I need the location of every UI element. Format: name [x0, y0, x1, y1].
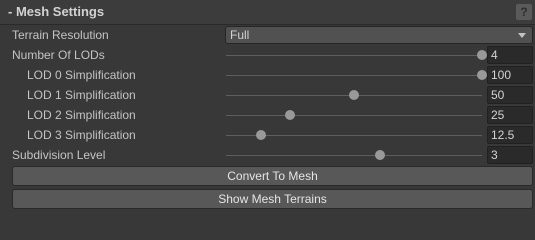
convert-to-mesh-button[interactable]: Convert To Mesh: [12, 166, 533, 186]
lod3-simplification-label: LOD 3 Simplification: [27, 128, 136, 142]
number-of-lods-value: 4: [491, 48, 498, 62]
lod1-simplification-row: LOD 1 Simplification 50: [0, 85, 535, 105]
terrain-resolution-value: Full: [230, 28, 250, 42]
lod1-simplification-value: 50: [491, 88, 505, 102]
lod2-simplification-slider[interactable]: [226, 105, 482, 125]
slider-thumb[interactable]: [255, 130, 266, 140]
terrain-resolution-dropdown[interactable]: Full: [225, 26, 533, 44]
section-title[interactable]: - Mesh Settings: [8, 4, 104, 19]
slider-track: [226, 155, 482, 156]
lod0-simplification-field[interactable]: 100: [487, 66, 533, 84]
slider-track: [226, 115, 482, 116]
chevron-down-icon: [518, 33, 526, 38]
subdivision-level-row: Subdivision Level 3: [0, 145, 535, 165]
subdivision-level-field[interactable]: 3: [487, 146, 533, 164]
lod0-simplification-value: 100: [491, 68, 512, 82]
lod1-simplification-field[interactable]: 50: [487, 86, 533, 104]
section-header[interactable]: - Mesh Settings ?: [0, 0, 535, 25]
terrain-resolution-label: Terrain Resolution: [12, 28, 109, 42]
lod2-simplification-label: LOD 2 Simplification: [27, 108, 136, 122]
lod3-simplification-value: 12.5: [491, 128, 515, 142]
mesh-settings-panel: - Mesh Settings ? Terrain Resolution Ful…: [0, 0, 535, 215]
lod0-simplification-label: LOD 0 Simplification: [27, 68, 136, 82]
lod0-simplification-row: LOD 0 Simplification 100: [0, 65, 535, 85]
subdivision-level-value: 3: [491, 148, 498, 162]
lod1-simplification-label: LOD 1 Simplification: [27, 88, 136, 102]
lod3-simplification-row: LOD 3 Simplification 12.5: [0, 125, 535, 145]
slider-track: [226, 55, 482, 56]
subdivision-level-label: Subdivision Level: [12, 148, 106, 162]
lod0-simplification-slider[interactable]: [226, 65, 487, 85]
show-mesh-terrains-button[interactable]: Show Mesh Terrains: [12, 189, 533, 209]
lod2-simplification-field[interactable]: 25: [487, 106, 533, 124]
slider-thumb[interactable]: [349, 90, 359, 100]
slider-thumb[interactable]: [477, 70, 487, 80]
number-of-lods-slider[interactable]: [226, 45, 487, 65]
help-icon[interactable]: ?: [516, 4, 532, 20]
number-of-lods-row: Number Of LODs 4: [0, 45, 535, 65]
lod2-simplification-row: LOD 2 Simplification 25: [0, 105, 535, 125]
number-of-lods-field[interactable]: 4: [487, 46, 533, 64]
lod3-simplification-slider[interactable]: [226, 125, 482, 145]
lod1-simplification-slider[interactable]: [226, 85, 482, 105]
slider-track: [226, 75, 482, 76]
lod3-simplification-field[interactable]: 12.5: [487, 126, 533, 144]
slider-thumb[interactable]: [477, 50, 487, 60]
slider-thumb[interactable]: [285, 110, 295, 120]
slider-thumb[interactable]: [374, 150, 385, 160]
terrain-resolution-row: Terrain Resolution Full: [0, 25, 535, 45]
lod2-simplification-value: 25: [491, 108, 505, 122]
number-of-lods-label: Number Of LODs: [12, 48, 105, 62]
subdivision-level-slider[interactable]: [226, 145, 482, 165]
